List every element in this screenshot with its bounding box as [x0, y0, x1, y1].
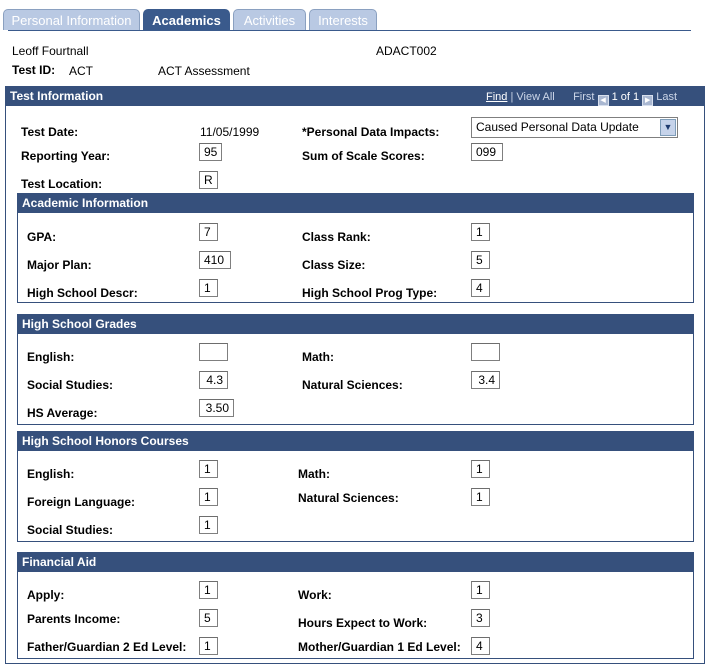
grades-math-field[interactable] — [471, 343, 500, 361]
work-label: Work: — [298, 588, 332, 602]
honors-natural-sciences-label: Natural Sciences: — [298, 491, 399, 505]
honors-foreign-language-label: Foreign Language: — [27, 495, 135, 509]
academic-information-header: Academic Information — [17, 193, 694, 213]
view-all-link[interactable]: View All — [516, 91, 554, 103]
high-school-prog-type-label: High School Prog Type: — [302, 286, 438, 300]
parents-income-field[interactable]: 5 — [199, 609, 218, 627]
test-location-field[interactable]: R — [199, 171, 218, 189]
gpa-field[interactable]: 7 — [199, 223, 218, 241]
grades-math-label: Math: — [302, 350, 334, 364]
sum-scale-scores-label: Sum of Scale Scores: — [302, 149, 425, 163]
father-guardian-ed-level-field[interactable]: 1 — [199, 637, 218, 655]
test-description: ACT Assessment — [158, 64, 250, 78]
honors-social-studies-field[interactable]: 1 — [199, 516, 218, 534]
high-school-prog-type-field[interactable]: 4 — [471, 279, 490, 297]
apply-field[interactable]: 1 — [199, 581, 218, 599]
hours-expect-to-work-field[interactable]: 3 — [471, 609, 490, 627]
class-rank-label: Class Rank: — [302, 230, 371, 244]
reporting-year-field[interactable]: 95 — [199, 143, 222, 161]
test-id-value: ACT — [69, 64, 93, 78]
class-size-field[interactable]: 5 — [471, 251, 490, 269]
tab-personal-information[interactable]: Personal Information — [3, 9, 140, 30]
grades-natural-sciences-label: Natural Sciences: — [302, 378, 403, 392]
test-location-label: Test Location: — [21, 177, 103, 191]
parents-income-label: Parents Income: — [27, 612, 121, 626]
honors-social-studies-label: Social Studies: — [27, 523, 114, 537]
honors-natural-sciences-field[interactable]: 1 — [471, 488, 490, 506]
high-school-descr-field[interactable]: 1 — [199, 279, 218, 297]
tab-academics[interactable]: Academics — [143, 9, 230, 30]
test-date-value: 11/05/1999 — [200, 125, 260, 139]
test-information-title: Test Information — [10, 89, 104, 103]
mother-guardian-ed-level-field[interactable]: 4 — [471, 637, 490, 655]
gpa-label: GPA: — [27, 230, 57, 244]
tab-activities[interactable]: Activities — [233, 9, 306, 30]
hs-average-field[interactable]: 3.50 — [199, 399, 234, 417]
grades-social-studies-field[interactable]: 4.3 — [199, 371, 228, 389]
honors-math-label: Math: — [298, 467, 330, 481]
chevron-down-icon[interactable]: ▼ — [660, 119, 676, 136]
student-code: ADACT002 — [376, 44, 437, 58]
grades-social-studies-label: Social Studies: — [27, 378, 114, 392]
high-school-descr-label: High School Descr: — [27, 286, 138, 300]
hours-expect-to-work-label: Hours Expect to Work: — [298, 616, 428, 630]
honors-foreign-language-field[interactable]: 1 — [199, 488, 218, 506]
father-guardian-ed-level-label: Father/Guardian 2 Ed Level: — [27, 640, 187, 654]
arrow-left-icon[interactable]: ◀ — [597, 95, 609, 106]
hs-average-label: HS Average: — [27, 406, 98, 420]
tab-interests[interactable]: Interests — [309, 9, 377, 30]
apply-label: Apply: — [27, 588, 65, 602]
honors-courses-header: High School Honors Courses — [17, 431, 694, 451]
personal-data-impacts-value: Caused Personal Data Update — [476, 120, 639, 134]
test-date-label: Test Date: — [21, 125, 79, 139]
major-plan-label: Major Plan: — [27, 258, 92, 272]
find-link[interactable]: Find — [486, 91, 507, 103]
grades-english-field[interactable] — [199, 343, 228, 361]
class-size-label: Class Size: — [302, 258, 366, 272]
honors-english-label: English: — [27, 467, 75, 481]
row-navigation: Find | View All First ◀ 1 of 1 ▶ Last — [486, 91, 677, 106]
major-plan-field[interactable]: 410 — [199, 251, 231, 269]
row-count: 1 of 1 — [611, 91, 640, 103]
student-name: Leoff Fourtnall — [12, 44, 89, 58]
mother-guardian-ed-level-label: Mother/Guardian 1 Ed Level: — [298, 640, 461, 654]
first-link[interactable]: First — [573, 91, 594, 103]
high-school-grades-header: High School Grades — [17, 314, 694, 334]
tab-underline — [8, 30, 691, 31]
honors-math-field[interactable]: 1 — [471, 460, 490, 478]
personal-data-impacts-select[interactable]: Caused Personal Data Update ▼ — [471, 117, 678, 138]
arrow-right-icon[interactable]: ▶ — [642, 95, 654, 106]
financial-aid-header: Financial Aid — [17, 552, 694, 572]
nav-separator: | — [510, 91, 514, 103]
sum-scale-scores-field[interactable]: 099 — [471, 143, 503, 161]
honors-english-field[interactable]: 1 — [199, 460, 218, 478]
test-id-label: Test ID: — [12, 63, 56, 77]
grades-english-label: English: — [27, 350, 75, 364]
class-rank-field[interactable]: 1 — [471, 223, 490, 241]
personal-data-impacts-label: *Personal Data Impacts: — [302, 125, 440, 139]
work-field[interactable]: 1 — [471, 581, 490, 599]
grades-natural-sciences-field[interactable]: 3.4 — [471, 371, 500, 389]
last-link[interactable]: Last — [656, 91, 677, 103]
reporting-year-label: Reporting Year: — [21, 149, 111, 163]
